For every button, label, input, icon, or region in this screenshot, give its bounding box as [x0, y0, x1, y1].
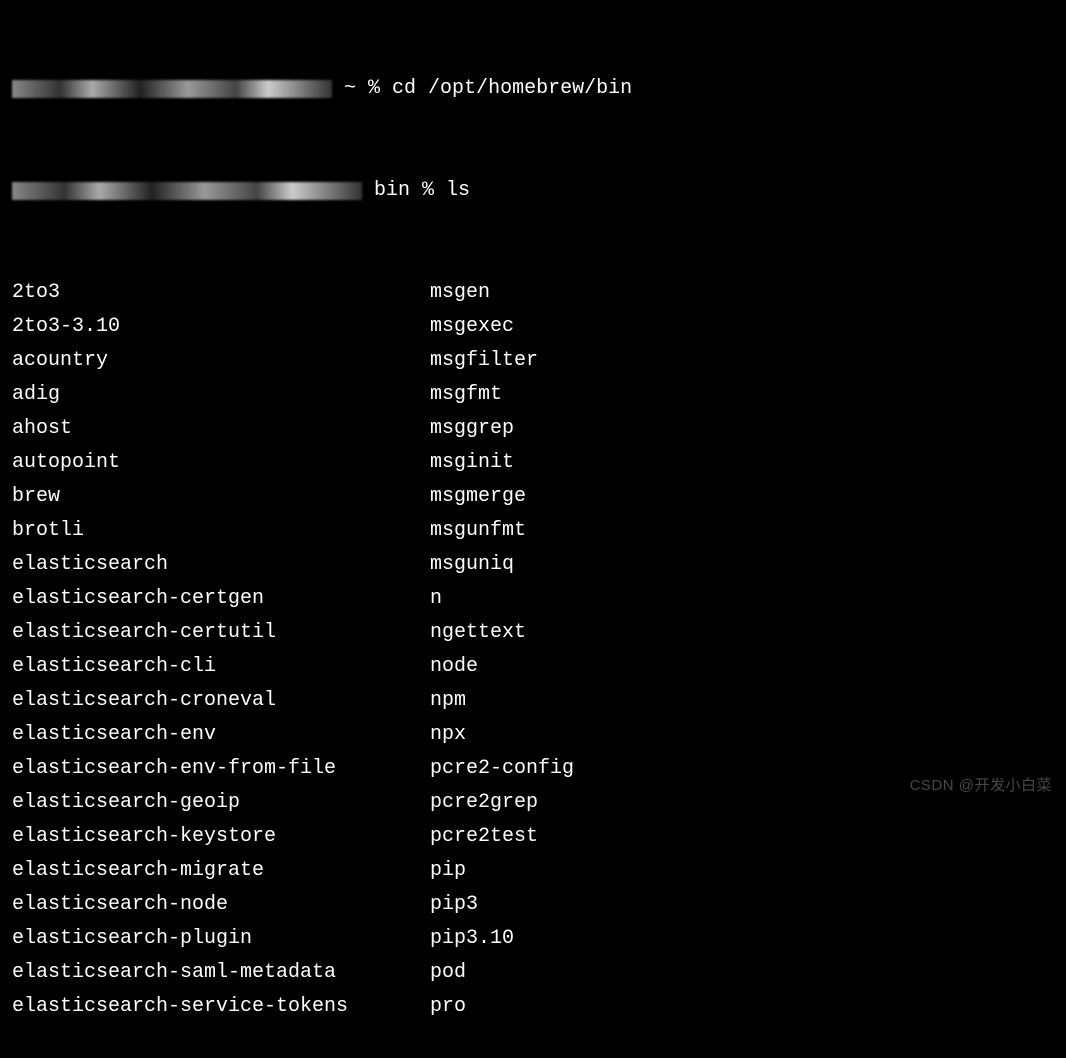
list-item: pip3.10: [430, 922, 1054, 956]
list-row: elasticsearch-certutilngettext: [12, 616, 1054, 650]
list-item: elasticsearch-certutil: [12, 616, 430, 650]
prompt-symbol: %: [422, 174, 434, 208]
list-item: n: [430, 582, 1054, 616]
list-row: 2to3msgen: [12, 276, 1054, 310]
list-row: elasticsearch-cronevalnpm: [12, 684, 1054, 718]
list-item: msggrep: [430, 412, 1054, 446]
list-item: elasticsearch-cli: [12, 650, 430, 684]
prompt-path: ~: [332, 72, 368, 106]
list-item: elasticsearch-certgen: [12, 582, 430, 616]
list-item: npx: [430, 718, 1054, 752]
prompt-line-1: ~ % cd /opt/homebrew/bin: [12, 72, 1054, 106]
list-item: msgfmt: [430, 378, 1054, 412]
list-row: adigmsgfmt: [12, 378, 1054, 412]
list-item: msgen: [430, 276, 1054, 310]
list-item: node: [430, 650, 1054, 684]
list-item: pip3: [430, 888, 1054, 922]
list-item: elasticsearch-geoip: [12, 786, 430, 820]
list-row: elasticsearch-certgenn: [12, 582, 1054, 616]
list-row: 2to3-3.10msgexec: [12, 310, 1054, 344]
list-row: elasticsearch-clinode: [12, 650, 1054, 684]
redacted-user-host: [12, 72, 332, 106]
list-item: elasticsearch-plugin: [12, 922, 430, 956]
list-row: elasticsearch-migratepip: [12, 854, 1054, 888]
prompt-line-2: bin % ls: [12, 174, 1054, 208]
list-item: 2to3: [12, 276, 430, 310]
list-item: elasticsearch-keystore: [12, 820, 430, 854]
list-item: elasticsearch-env: [12, 718, 430, 752]
list-item: ngettext: [430, 616, 1054, 650]
list-row: elasticsearch-saml-metadatapod: [12, 956, 1054, 990]
list-item: pcre2test: [430, 820, 1054, 854]
redacted-user-host: [12, 174, 362, 208]
list-item: ahost: [12, 412, 430, 446]
command-text: cd /opt/homebrew/bin: [392, 72, 632, 106]
prompt-path: bin: [362, 174, 422, 208]
list-row: brotlimsgunfmt: [12, 514, 1054, 548]
terminal-output[interactable]: ~ % cd /opt/homebrew/bin bin % ls 2to3ms…: [12, 4, 1054, 1058]
list-row: elasticsearch-env-from-filepcre2-config: [12, 752, 1054, 786]
list-item: elasticsearch-croneval: [12, 684, 430, 718]
list-row: ahostmsggrep: [12, 412, 1054, 446]
list-item: elasticsearch-node: [12, 888, 430, 922]
list-row: acountrymsgfilter: [12, 344, 1054, 378]
list-item: elasticsearch-env-from-file: [12, 752, 430, 786]
list-item: autopoint: [12, 446, 430, 480]
list-item: msgmerge: [430, 480, 1054, 514]
list-row: elasticsearch-keystorepcre2test: [12, 820, 1054, 854]
list-item: msgunfmt: [430, 514, 1054, 548]
list-item: elasticsearch-saml-metadata: [12, 956, 430, 990]
list-row: elasticsearchmsguniq: [12, 548, 1054, 582]
list-item: 2to3-3.10: [12, 310, 430, 344]
list-row: elasticsearch-pluginpip3.10: [12, 922, 1054, 956]
command-text: ls: [446, 174, 470, 208]
list-row: autopointmsginit: [12, 446, 1054, 480]
list-item: adig: [12, 378, 430, 412]
list-item: brew: [12, 480, 430, 514]
list-item: npm: [430, 684, 1054, 718]
list-item: msguniq: [430, 548, 1054, 582]
list-item: msginit: [430, 446, 1054, 480]
list-item: msgfilter: [430, 344, 1054, 378]
list-item: pro: [430, 990, 1054, 1024]
list-item: msgexec: [430, 310, 1054, 344]
ls-output: 2to3msgen2to3-3.10msgexecacountrymsgfilt…: [12, 276, 1054, 1024]
list-item: acountry: [12, 344, 430, 378]
list-item: brotli: [12, 514, 430, 548]
list-row: elasticsearch-envnpx: [12, 718, 1054, 752]
list-item: elasticsearch: [12, 548, 430, 582]
list-item: elasticsearch-migrate: [12, 854, 430, 888]
list-row: elasticsearch-nodepip3: [12, 888, 1054, 922]
list-item: pip: [430, 854, 1054, 888]
list-row: elasticsearch-service-tokenspro: [12, 990, 1054, 1024]
list-item: elasticsearch-service-tokens: [12, 990, 430, 1024]
list-row: brewmsgmerge: [12, 480, 1054, 514]
list-row: elasticsearch-geoippcre2grep: [12, 786, 1054, 820]
watermark: CSDN @开发小白菜: [910, 773, 1052, 799]
prompt-symbol: %: [368, 72, 380, 106]
list-item: pod: [430, 956, 1054, 990]
